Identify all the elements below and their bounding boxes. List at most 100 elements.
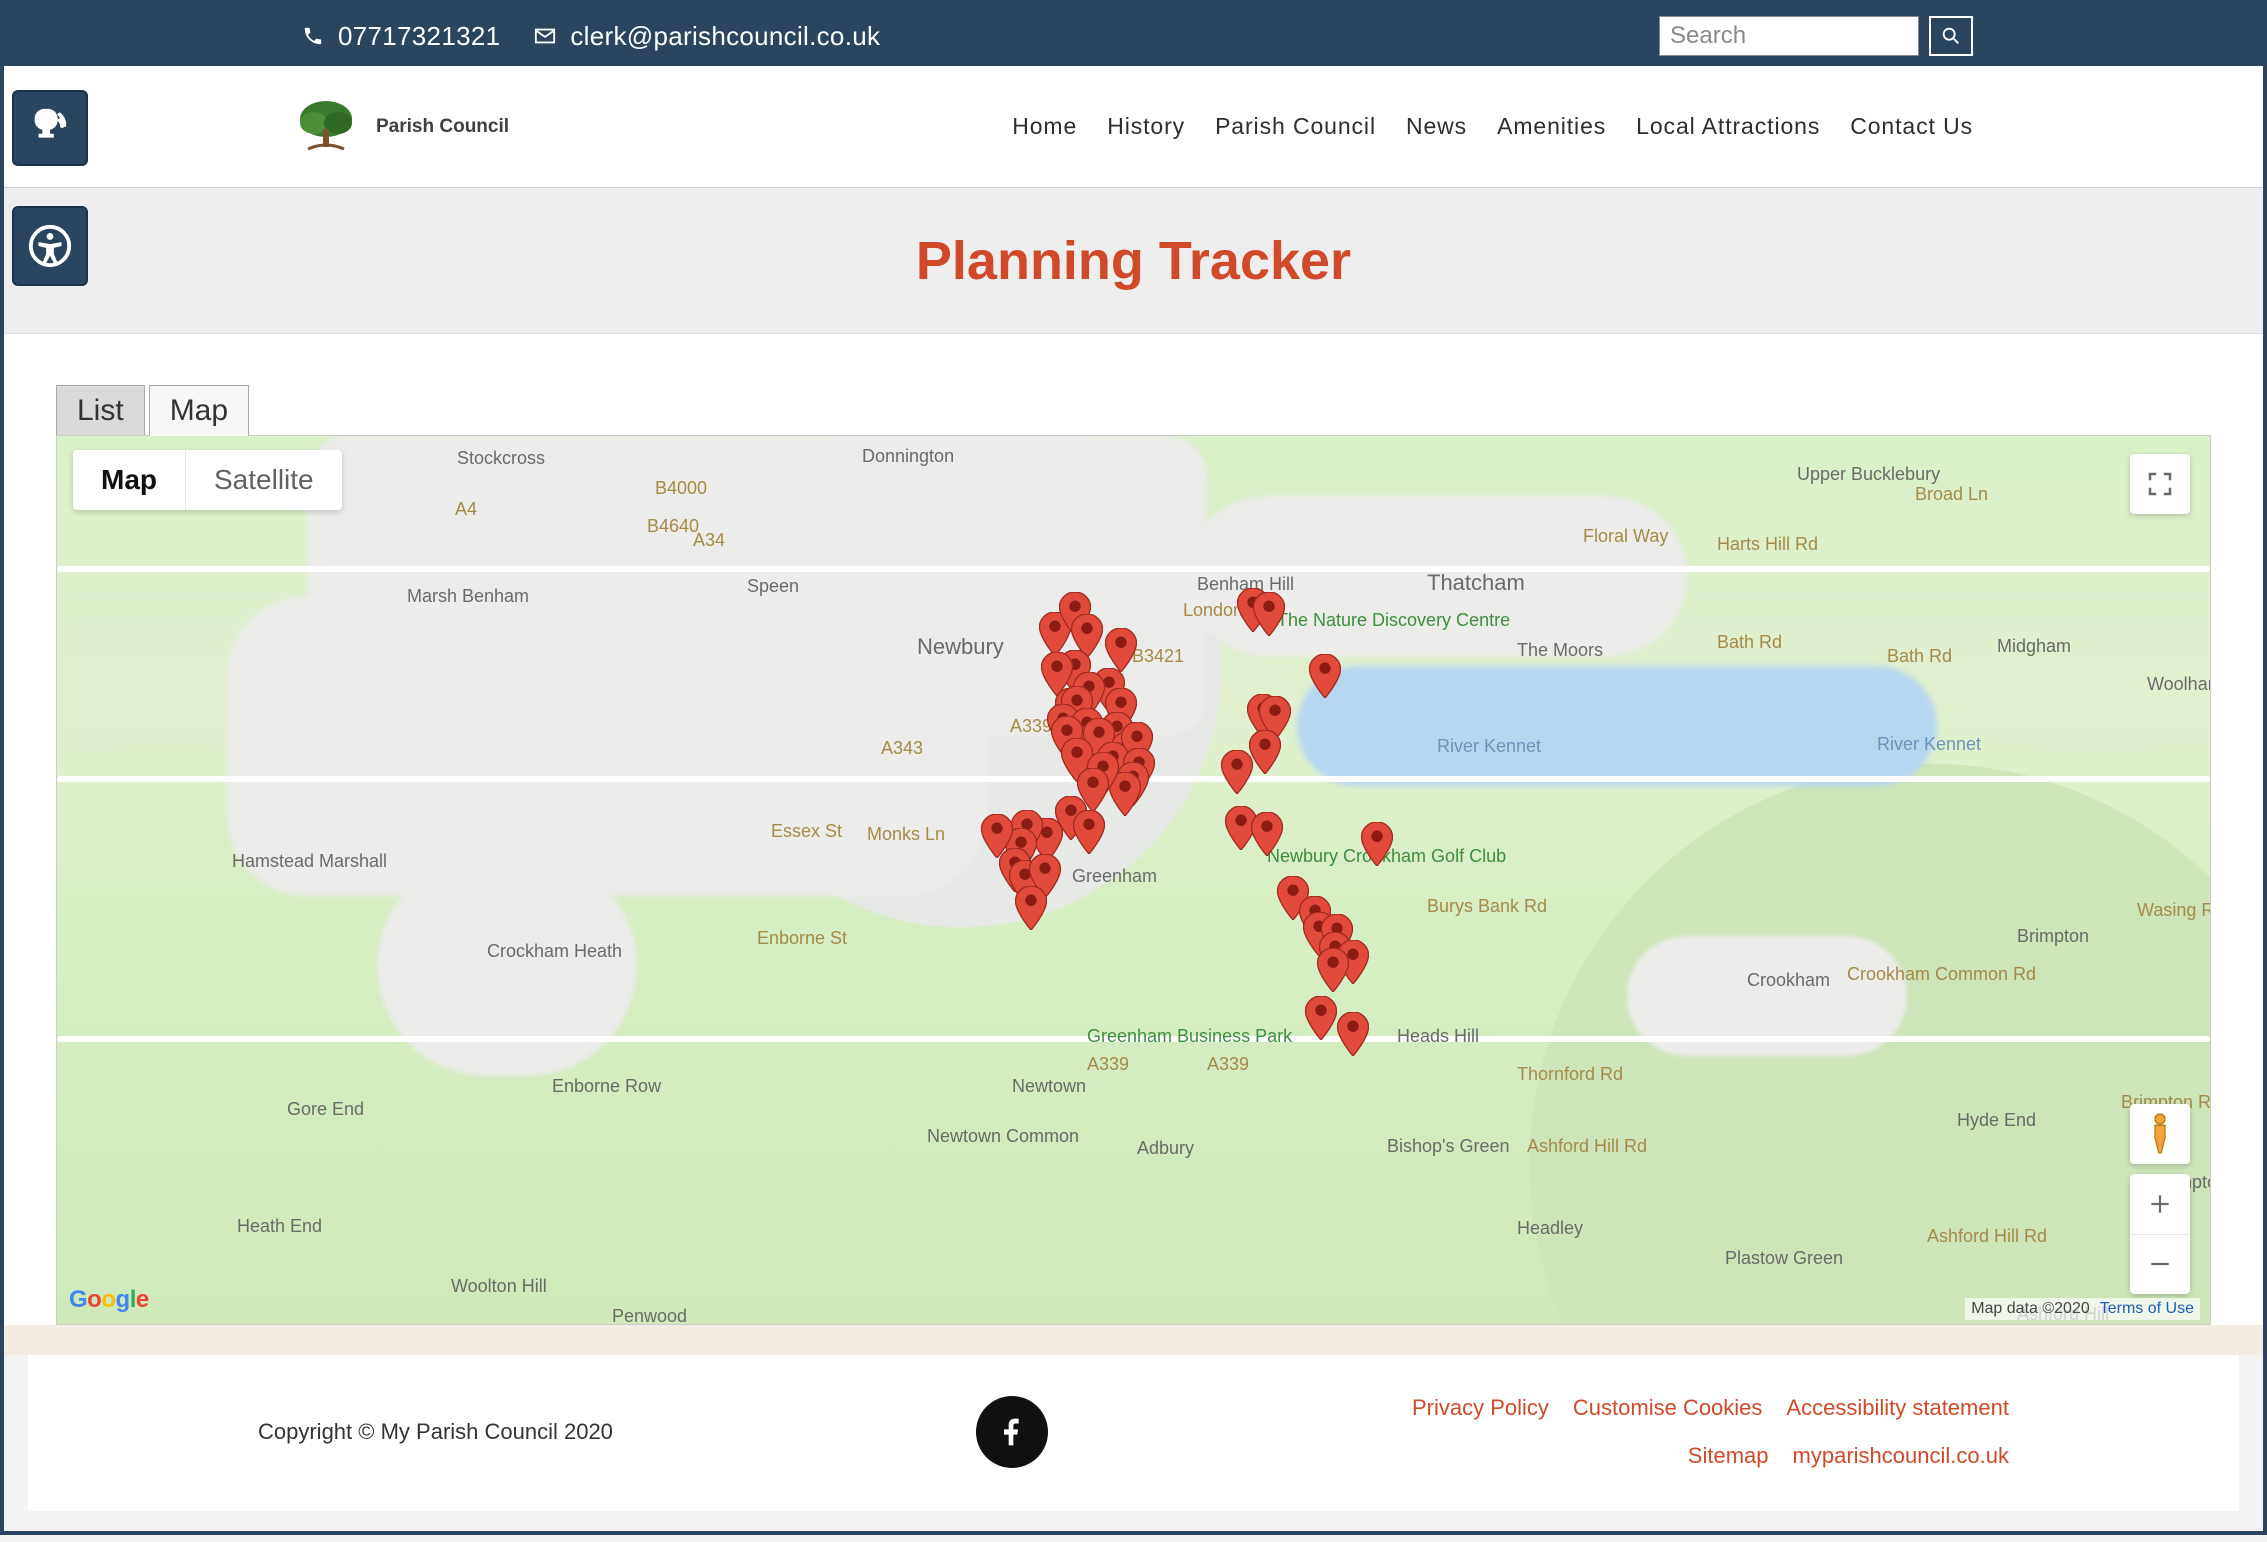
- map-filler: [377, 856, 637, 1076]
- facebook-icon: [996, 1416, 1028, 1448]
- map-place-label: Woolton Hill: [451, 1276, 547, 1297]
- footer-cookies[interactable]: Customise Cookies: [1573, 1395, 1763, 1421]
- map-marker[interactable]: [1317, 948, 1349, 992]
- map-place-label: Headley: [1517, 1218, 1583, 1239]
- nav-news[interactable]: News: [1406, 113, 1467, 140]
- view-tabs: List Map: [56, 384, 2211, 435]
- map-place-label: Brimpton: [2017, 926, 2089, 947]
- map-filler: [57, 566, 2210, 572]
- search-icon: [1940, 25, 1962, 47]
- map-place-label: Harts Hill Rd: [1717, 534, 1818, 555]
- search-wrap: [1659, 16, 1973, 56]
- map-place-label: Burys Bank Rd: [1427, 896, 1547, 917]
- tab-map[interactable]: Map: [149, 385, 249, 436]
- zoom-out-button[interactable]: [2130, 1235, 2190, 1295]
- minus-icon: [2147, 1251, 2173, 1277]
- map-marker[interactable]: [1253, 592, 1285, 636]
- map-marker[interactable]: [1337, 1012, 1369, 1056]
- map-marker[interactable]: [1309, 654, 1341, 698]
- map-place-label: Broad Ln: [1915, 484, 1988, 505]
- plus-icon: [2147, 1191, 2173, 1217]
- map-place-label: Enborne Row: [552, 1076, 661, 1097]
- footer-links: Privacy Policy Customise Cookies Accessi…: [1412, 1395, 2009, 1469]
- map-filler: [57, 1036, 2210, 1042]
- footer-accessibility[interactable]: Accessibility statement: [1786, 1395, 2009, 1421]
- map-place-label: Bishop's Green: [1387, 1136, 1510, 1157]
- speak-accessibility-button[interactable]: [12, 90, 88, 166]
- fullscreen-icon: [2145, 469, 2175, 499]
- fullscreen-button[interactable]: [2130, 454, 2190, 514]
- content: List Map NewburyDonningtonStockcrossUppe…: [4, 334, 2263, 1355]
- map-marker[interactable]: [1221, 750, 1253, 794]
- map-filler: [227, 596, 987, 896]
- footer-mpc[interactable]: myparishcouncil.co.uk: [1793, 1443, 2009, 1469]
- google-logo: Google: [69, 1286, 149, 1314]
- title-band: Planning Tracker: [4, 188, 2263, 334]
- zoom-controls: [2130, 1174, 2190, 1294]
- map-type-map[interactable]: Map: [73, 450, 186, 510]
- pegman-button[interactable]: [2130, 1104, 2190, 1164]
- footer: Copyright © My Parish Council 2020 Priva…: [28, 1355, 2239, 1511]
- map-place-label: Midgham: [1997, 636, 2071, 657]
- phone-link[interactable]: 07717321321: [302, 21, 500, 52]
- speak-icon: [27, 105, 73, 151]
- site-name: Parish Council: [376, 116, 509, 138]
- map-place-label: Upper Bucklebury: [1797, 464, 1940, 485]
- map-place-label: A339: [1087, 1054, 1129, 1075]
- map-marker[interactable]: [1251, 812, 1283, 856]
- search-input[interactable]: [1659, 16, 1919, 56]
- map-place-label: Ashford Hill Rd: [1927, 1226, 2047, 1247]
- map-place-label: Penwood: [612, 1306, 687, 1325]
- map-place-label: Heath End: [237, 1216, 322, 1237]
- nav-contact[interactable]: Contact Us: [1850, 113, 1973, 140]
- map-place-label: Woolhampton: [2147, 674, 2211, 695]
- map-marker[interactable]: [1073, 810, 1105, 854]
- nav-amenities[interactable]: Amenities: [1497, 113, 1606, 140]
- email-link[interactable]: clerk@parishcouncil.co.uk: [534, 21, 880, 52]
- phone-number: 07717321321: [338, 21, 500, 52]
- accessibility-icon: [27, 223, 73, 269]
- facebook-button[interactable]: [976, 1396, 1048, 1468]
- map-marker[interactable]: [1361, 822, 1393, 866]
- map-type-toggle: Map Satellite: [73, 450, 342, 510]
- email-address: clerk@parishcouncil.co.uk: [570, 21, 880, 52]
- footer-privacy[interactable]: Privacy Policy: [1412, 1395, 1549, 1421]
- main-nav: Home History Parish Council News Ameniti…: [1012, 113, 1973, 140]
- map-place-label: Newtown Common: [927, 1126, 1079, 1147]
- nav-home[interactable]: Home: [1012, 113, 1077, 140]
- terms-link[interactable]: Terms of Use: [2100, 1300, 2194, 1318]
- map-place-label: Bath Rd: [1887, 646, 1952, 667]
- map-place-label: Plastow Green: [1725, 1248, 1843, 1269]
- decorative-band: [4, 1325, 2263, 1355]
- mail-icon: [534, 25, 556, 47]
- header: Parish Council Home History Parish Counc…: [4, 66, 2263, 188]
- footer-sitemap[interactable]: Sitemap: [1688, 1443, 1769, 1469]
- phone-icon: [302, 25, 324, 47]
- map-place-label: Enborne St: [757, 928, 847, 949]
- map-place-label: Hyde End: [1957, 1110, 2036, 1131]
- map-marker[interactable]: [1249, 730, 1281, 774]
- map-marker[interactable]: [1105, 628, 1137, 672]
- search-button[interactable]: [1929, 16, 1973, 56]
- nav-local-attractions[interactable]: Local Attractions: [1636, 113, 1820, 140]
- map-attribution: Map data ©2020 Terms of Use: [1965, 1298, 2200, 1320]
- copyright: Copyright © My Parish Council 2020: [258, 1419, 613, 1445]
- map-type-satellite[interactable]: Satellite: [186, 450, 342, 510]
- accessibility-toolbar-button[interactable]: [12, 206, 88, 286]
- map-place-label: Gore End: [287, 1099, 364, 1120]
- site-logo[interactable]: Parish Council: [294, 97, 509, 157]
- map-place-label: Thornford Rd: [1517, 1064, 1623, 1085]
- map-marker[interactable]: [1305, 996, 1337, 1040]
- topbar: 07717321321 clerk@parishcouncil.co.uk: [4, 6, 2263, 66]
- page-title: Planning Tracker: [916, 230, 1351, 292]
- map-place-label: Newtown: [1012, 1076, 1086, 1097]
- tree-icon: [294, 97, 358, 157]
- nav-history[interactable]: History: [1107, 113, 1185, 140]
- pegman-icon: [2145, 1112, 2175, 1156]
- map-area[interactable]: NewburyDonningtonStockcrossUpper Buckleb…: [56, 435, 2211, 1325]
- nav-parish-council[interactable]: Parish Council: [1215, 113, 1376, 140]
- map-marker[interactable]: [1015, 886, 1047, 930]
- map-place-label: Ashford Hill Rd: [1527, 1136, 1647, 1157]
- zoom-in-button[interactable]: [2130, 1174, 2190, 1235]
- tab-list[interactable]: List: [56, 385, 145, 436]
